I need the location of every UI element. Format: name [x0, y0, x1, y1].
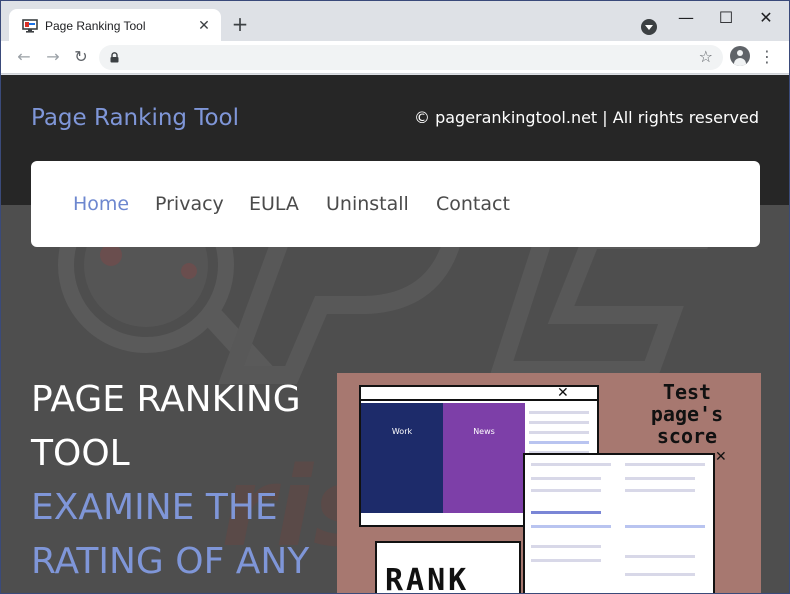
- promo-screenshot-stats: [523, 453, 715, 593]
- nav-eula[interactable]: EULA: [249, 193, 299, 215]
- media-control-icon[interactable]: [641, 19, 657, 35]
- promo-tile-news: News: [443, 403, 525, 513]
- close-icon: ✕: [715, 449, 727, 465]
- reload-button[interactable]: ↻: [71, 47, 91, 67]
- monitor-icon: [22, 19, 38, 33]
- tab-strip: Page Ranking Tool ✕ + — ☐ ✕: [1, 1, 789, 43]
- promo-rank-text: RANK: [385, 563, 470, 594]
- hero-subtitle-line1: EXAMINE THE: [31, 487, 278, 528]
- site-navigation: Home Privacy EULA Uninstall Contact: [31, 161, 760, 247]
- hero-subtitle-line2: RATING OF ANY: [31, 541, 310, 582]
- maximize-button[interactable]: ☐: [714, 7, 738, 29]
- browser-tab[interactable]: Page Ranking Tool ✕: [9, 9, 221, 43]
- promo-rank-card: RANK: [375, 541, 521, 594]
- copyright-notice: © pagerankingtool.net | All rights reser…: [413, 108, 759, 127]
- tab-title: Page Ranking Tool: [45, 19, 146, 33]
- tab-close-button[interactable]: ✕: [195, 17, 213, 35]
- close-icon: ✕: [557, 385, 569, 401]
- hero-title-line2: TOOL: [31, 433, 130, 474]
- web-page: risk.com Page Ranking Tool © pageranking…: [1, 75, 789, 594]
- kebab-menu-icon[interactable]: ⋮: [759, 47, 775, 67]
- promo-test-score-text: Test page's score: [650, 380, 724, 448]
- nav-uninstall[interactable]: Uninstall: [326, 193, 409, 215]
- nav-home[interactable]: Home: [73, 193, 129, 215]
- lock-icon: [110, 52, 119, 63]
- new-tab-button[interactable]: +: [230, 14, 250, 35]
- browser-window: Page Ranking Tool ✕ + — ☐ ✕ ← → ↻ ☆ ⋮ Pa…: [0, 0, 790, 594]
- promo-tile-work: Work: [361, 403, 443, 513]
- nav-privacy[interactable]: Privacy: [155, 193, 224, 215]
- promo-image: ✕ Work News Test page's score ✕ RANK: [337, 373, 761, 594]
- back-button[interactable]: ←: [14, 47, 34, 67]
- profile-avatar-icon[interactable]: [730, 46, 750, 66]
- forward-button[interactable]: →: [43, 47, 63, 67]
- address-bar[interactable]: ☆: [99, 45, 723, 70]
- nav-contact[interactable]: Contact: [436, 193, 510, 215]
- hero-title-line1: PAGE RANKING: [31, 379, 301, 420]
- bookmark-star-icon[interactable]: ☆: [699, 47, 713, 66]
- site-logo-text[interactable]: Page Ranking Tool: [31, 105, 239, 131]
- close-window-button[interactable]: ✕: [754, 7, 778, 29]
- minimize-button[interactable]: —: [674, 7, 698, 29]
- browser-toolbar: ← → ↻ ☆ ⋮: [1, 41, 789, 74]
